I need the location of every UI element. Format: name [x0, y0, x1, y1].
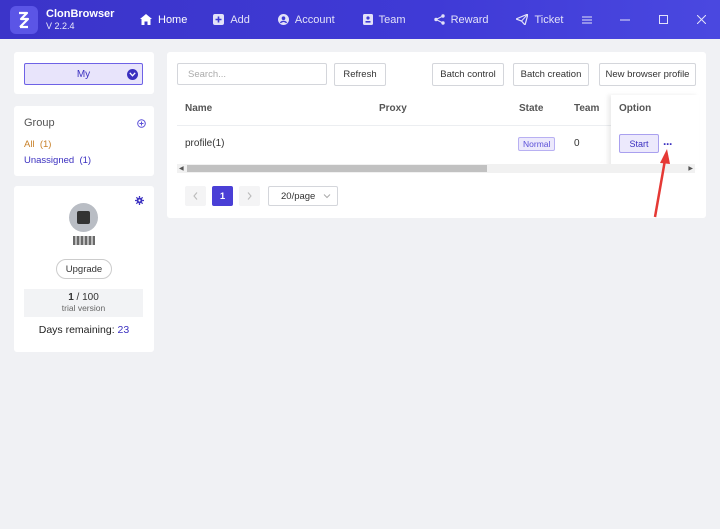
nav-account[interactable]: Account — [277, 0, 335, 39]
status-badge: Normal — [518, 137, 556, 151]
horizontal-scrollbar[interactable]: ◀ ▶ — [177, 164, 695, 173]
group-panel: Group All (1) Unassigned (1) — [14, 106, 154, 176]
scroll-left-icon[interactable]: ◀ — [179, 165, 184, 172]
days-value: 23 — [117, 324, 130, 336]
profile-name[interactable]: profile(1) — [185, 138, 224, 149]
avatar — [69, 203, 98, 232]
main-nav: Home Add Account Team Reward Ticket — [128, 0, 591, 39]
more-options-icon[interactable]: ··· — [663, 137, 673, 151]
nav-reward[interactable]: Reward — [433, 0, 489, 39]
page-size-value: 20/page — [281, 190, 316, 202]
profile-team: 0 — [574, 138, 580, 149]
nav-account-label: Account — [294, 13, 335, 26]
paper-plane-icon — [516, 14, 529, 25]
owner-select-value: My — [76, 68, 91, 80]
id-card-icon — [362, 14, 373, 25]
plus-square-icon — [213, 14, 225, 25]
nav-team-label: Team — [378, 13, 406, 26]
next-page-button[interactable] — [239, 186, 260, 206]
add-group-icon[interactable] — [137, 119, 146, 131]
nav-ticket[interactable]: Ticket — [516, 0, 563, 39]
nav-add-label: Add — [230, 13, 250, 26]
nav-team[interactable]: Team — [362, 0, 406, 39]
days-label: Days remaining: — [38, 324, 115, 336]
group-item-all[interactable]: All (1) — [24, 139, 51, 150]
chevron-down-icon — [323, 194, 331, 199]
group-item-unassigned[interactable]: Unassigned (1) — [24, 155, 91, 166]
new-browser-profile-button[interactable]: New browser profile — [599, 63, 696, 86]
batch-control-button[interactable]: Batch control — [432, 63, 504, 86]
group-all-label: All — [24, 139, 35, 150]
chevron-left-icon — [193, 192, 198, 200]
quota-separator: / — [73, 292, 83, 303]
profiles-panel: Search... Refresh Batch control Batch cr… — [167, 52, 706, 218]
page-size-select[interactable]: 20/page — [268, 186, 338, 206]
nav-add[interactable]: Add — [213, 0, 250, 39]
plan-label: trial version — [61, 303, 106, 313]
column-state: State — [519, 103, 544, 114]
batch-creation-button[interactable]: Batch creation — [513, 63, 589, 86]
option-column: Option Start ··· — [611, 95, 699, 168]
scroll-right-icon[interactable]: ▶ — [688, 165, 693, 172]
column-proxy: Proxy — [379, 103, 407, 114]
days-remaining: Days remaining: 23 — [14, 324, 154, 336]
minimize-icon[interactable] — [606, 0, 644, 39]
page-1-button[interactable]: 1 — [212, 186, 233, 206]
nav-reward-label: Reward — [450, 13, 489, 26]
brand: ClonBrowser V 2.2.4 — [0, 5, 128, 34]
chevron-right-icon — [247, 192, 252, 200]
search-input[interactable]: Search... — [177, 63, 327, 85]
window-controls — [568, 0, 720, 39]
app-name: ClonBrowser — [46, 7, 115, 20]
group-all-count: (1) — [39, 139, 52, 150]
app-version: V 2.2.4 — [46, 20, 75, 31]
refresh-button[interactable]: Refresh — [334, 63, 386, 86]
quota-box: 1 / 100 trial version — [24, 289, 143, 317]
gear-icon[interactable] — [135, 196, 144, 208]
upgrade-button[interactable]: Upgrade — [56, 259, 112, 279]
owner-select-panel: My — [14, 52, 154, 94]
title-bar: ClonBrowser V 2.2.4 Home Add Account Tea… — [0, 0, 720, 39]
nav-home[interactable]: Home — [140, 0, 187, 39]
column-team: Team — [574, 103, 600, 114]
user-circle-icon — [277, 14, 289, 25]
prev-page-button[interactable] — [185, 186, 206, 206]
username-blurred — [73, 236, 95, 245]
menu-icon[interactable] — [568, 0, 606, 39]
nav-home-label: Home — [158, 13, 188, 26]
home-icon — [140, 14, 152, 25]
share-icon — [433, 14, 445, 25]
close-icon[interactable] — [682, 0, 720, 39]
nav-ticket-label: Ticket — [534, 13, 564, 26]
column-name: Name — [185, 103, 213, 114]
scrollbar-thumb[interactable] — [187, 165, 487, 172]
chevron-down-icon — [127, 69, 138, 80]
account-panel: Upgrade 1 / 100 trial version Days remai… — [14, 186, 154, 352]
clonbrowser-logo — [10, 5, 38, 34]
maximize-icon[interactable] — [644, 0, 682, 39]
column-option: Option — [619, 103, 652, 114]
start-button[interactable]: Start — [619, 134, 659, 153]
owner-select[interactable]: My — [24, 63, 143, 85]
group-unassigned-label: Unassigned — [24, 155, 75, 166]
group-unassigned-count: (1) — [79, 155, 92, 166]
group-title: Group — [24, 117, 55, 129]
quota-total: 100 — [82, 292, 99, 303]
